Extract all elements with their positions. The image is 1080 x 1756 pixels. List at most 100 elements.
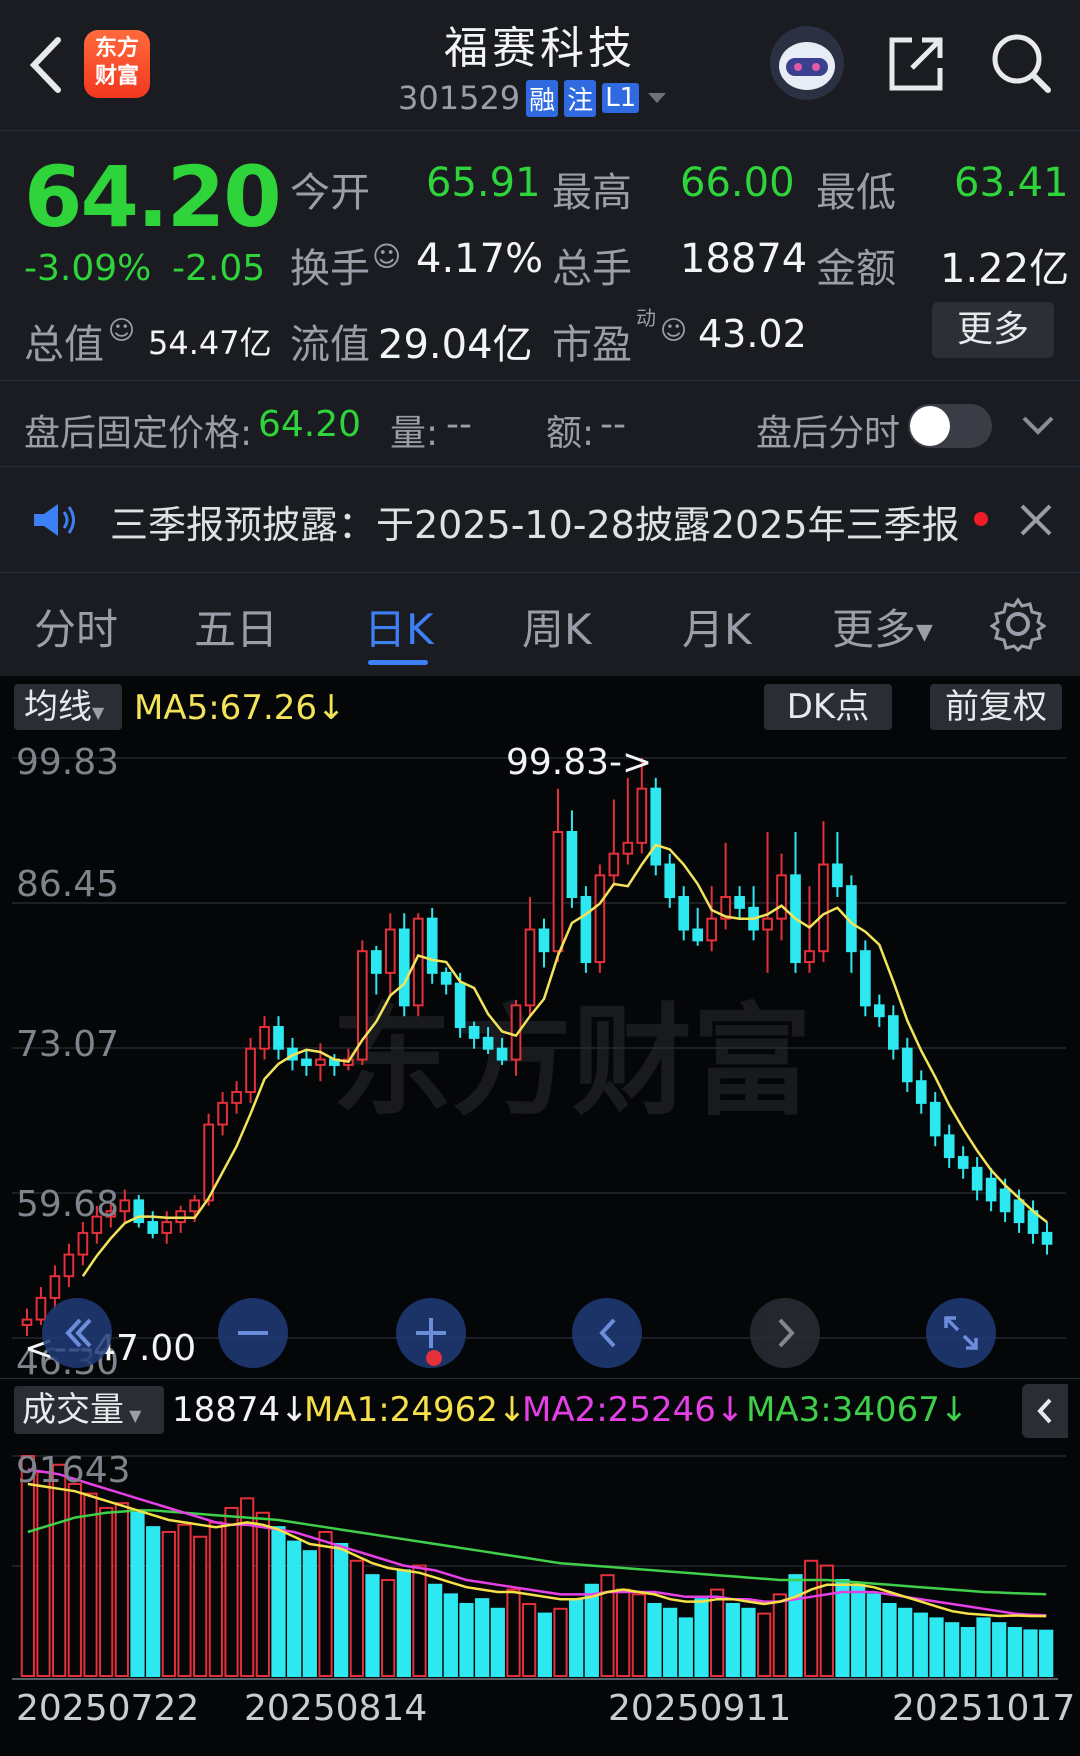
fullscreen-button[interactable]	[926, 1298, 996, 1368]
chevron-left-icon	[1037, 1398, 1052, 1424]
volume-chart[interactable]	[12, 1442, 1066, 1678]
tab-more[interactable]: 更多▼	[832, 596, 933, 657]
candle	[874, 1004, 885, 1018]
candle	[426, 917, 438, 974]
collapse-panel-button[interactable]	[1022, 1384, 1068, 1438]
share-button[interactable]	[884, 32, 948, 96]
candle	[203, 1123, 214, 1202]
candle	[636, 787, 648, 844]
zoom-out-button[interactable]	[218, 1298, 288, 1368]
candle	[1013, 1199, 1025, 1224]
after-hours-toggle[interactable]	[908, 404, 992, 448]
back-button[interactable]	[20, 30, 70, 100]
field-value-low: 63.41	[954, 160, 1069, 206]
volume-ma1: MA1:24962↓	[304, 1390, 527, 1430]
info-icon[interactable]: ☺	[108, 316, 135, 346]
field-label-open: 今开	[290, 170, 370, 216]
stock-code-row[interactable]: 301529 融 注 L1	[398, 78, 669, 118]
volume-bar	[678, 1617, 693, 1678]
dk-label: DK点	[786, 687, 870, 727]
volume-bar	[396, 1569, 411, 1677]
notice-text: 三季报预披露：于2025-10-28披露2025年三季报	[110, 503, 960, 547]
speaker-icon	[34, 504, 75, 536]
scroll-left-button[interactable]	[572, 1298, 642, 1368]
tab-intraday[interactable]: 分时	[34, 596, 118, 657]
stock-code: 301529	[398, 79, 521, 117]
change-value: -2.05	[172, 248, 266, 289]
tab-active-indicator	[368, 660, 428, 665]
volume-bar	[757, 1612, 772, 1678]
adjust-button[interactable]: 前复权	[930, 684, 1062, 730]
candle	[119, 1199, 131, 1213]
search-button[interactable]	[988, 30, 1054, 96]
notice-bar[interactable]: 三季报预披露：于2025-10-28披露2025年三季报	[0, 468, 1080, 570]
candle	[957, 1156, 969, 1169]
candle	[915, 1080, 927, 1104]
logo-text-1: 东方	[94, 36, 139, 61]
volume-bar	[365, 1574, 380, 1677]
candle	[985, 1177, 997, 1202]
scroll-left-fast-button[interactable]	[42, 1298, 112, 1368]
info-icon[interactable]: ☺	[372, 240, 401, 273]
volume-bar	[67, 1482, 82, 1678]
candle	[650, 787, 662, 866]
candle	[161, 1221, 173, 1234]
x-date-1: 20250722	[16, 1688, 200, 1729]
tab-daily-k[interactable]: 日K	[364, 596, 434, 657]
volume-bar	[52, 1463, 67, 1678]
field-value-amount: 1.22亿	[940, 246, 1070, 292]
gear-icon[interactable]	[990, 596, 1046, 652]
volume-bar	[1023, 1629, 1038, 1678]
volume-bar	[976, 1617, 991, 1678]
top-bar: 东方 财富 福赛科技 301529 融 注 L1	[0, 0, 1080, 130]
after-hours-price: 64.20	[258, 404, 362, 445]
chevron-down-icon	[648, 93, 667, 103]
volume-bar	[271, 1526, 286, 1677]
volume-bar	[694, 1598, 709, 1677]
candle	[734, 896, 745, 909]
field-value-total-cap: 54.47亿	[148, 324, 272, 362]
info-icon[interactable]: ☺	[660, 316, 687, 346]
kline-chart[interactable]: 东方财富	[12, 738, 1066, 1378]
x-date-2: 20250814	[244, 1688, 428, 1729]
more-button[interactable]: 更多	[932, 302, 1054, 358]
volume-indicator-select[interactable]: 成交量 ▼	[14, 1386, 164, 1434]
volume-bar	[522, 1602, 537, 1677]
candle	[832, 863, 843, 888]
x-date-3: 20250911	[608, 1688, 792, 1729]
after-hours-amount: --	[600, 404, 626, 445]
tab-monthly-k[interactable]: 月K	[682, 596, 752, 657]
red-dot	[426, 1350, 442, 1366]
dk-point-button[interactable]: DK点	[764, 684, 892, 730]
candle	[231, 1091, 242, 1104]
volume-bar	[710, 1588, 725, 1677]
y-tick-2: 86.45	[16, 864, 120, 905]
volume-bar	[459, 1602, 474, 1677]
field-value-turnover: 4.17%	[416, 236, 544, 282]
scroll-right-button[interactable]	[750, 1298, 820, 1368]
ma-indicator-select[interactable]: 均线▼	[14, 684, 122, 730]
volume-bar	[616, 1588, 631, 1677]
chevron-right-icon	[778, 1318, 795, 1348]
volume-ma3: MA3:34067↓	[746, 1390, 969, 1430]
tab-weekly-k[interactable]: 周K	[522, 596, 592, 657]
badge-rong: 融	[526, 79, 559, 117]
field-value-float-cap: 29.04亿	[378, 322, 533, 368]
volume-bar	[161, 1530, 176, 1677]
volume-bar	[992, 1622, 1007, 1678]
close-icon[interactable]	[1016, 500, 1056, 540]
candle	[245, 1047, 256, 1094]
candle	[594, 874, 606, 964]
candle	[1041, 1231, 1053, 1245]
volume-ma2: MA2:25246↓	[522, 1390, 745, 1430]
y-tick-1: 99.83	[16, 742, 120, 783]
candle	[273, 1026, 284, 1050]
tab-five-day[interactable]: 五日	[194, 596, 278, 657]
double-chevron-left-icon	[65, 1318, 92, 1348]
robot-avatar[interactable]	[770, 26, 844, 100]
field-value-pe: 43.02	[698, 312, 807, 356]
chevron-down-icon[interactable]	[1018, 410, 1058, 440]
field-label-amount: 金额	[816, 246, 896, 292]
volume-bar	[318, 1530, 333, 1677]
volume-bar	[506, 1588, 521, 1677]
